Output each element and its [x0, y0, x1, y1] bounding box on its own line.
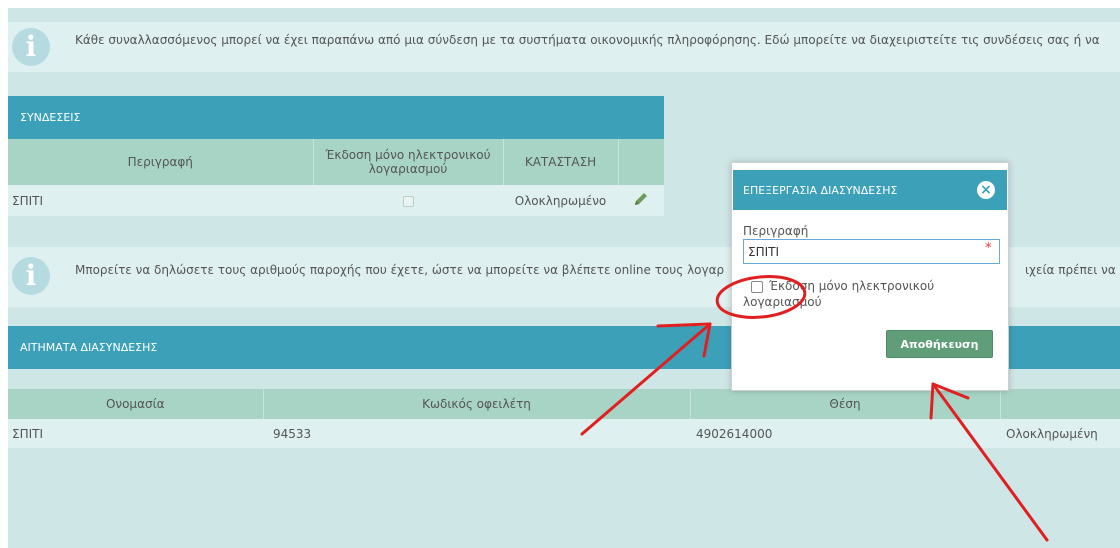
description-label: Περιγραφή	[743, 224, 809, 238]
info-icon: i	[12, 257, 50, 295]
column-header-status: ΚΑΤΑΣΤΑΣΗ	[503, 139, 619, 185]
connections-table-header: Περιγραφή Έκδοση μόνο ηλεκτρονικού λογαρ…	[8, 139, 664, 185]
column-header-status	[1000, 389, 1120, 419]
close-icon[interactable]: ×	[977, 181, 995, 199]
edit-connection-modal: ΕΠΕΞΕΡΓΑΣΙΑ ΔΙΑΣΥΝΔΕΣΗΣ × Περιγραφή * Έκ…	[731, 162, 1009, 391]
page: i Κάθε συναλλασσόμενος μπορεί να έχει πα…	[0, 0, 1120, 548]
info-banner-top: i Κάθε συναλλασσόμενος μπορεί να έχει πα…	[8, 22, 1120, 72]
electronic-only-checkbox[interactable]	[402, 195, 414, 207]
column-header-description: Περιγραφή	[8, 139, 314, 185]
connections-title: ΣΥΝΔΕΣΕΙΣ	[20, 111, 81, 124]
column-header-debtor-code: Κωδικός οφειλέτη	[263, 389, 691, 419]
request-name: ΣΠΙΤΙ	[12, 426, 44, 441]
info-banner-middle-text: Μπορείτε να δηλώσετε τους αριθμούς παροχ…	[75, 263, 725, 277]
table-row: ΣΠΙΤΙ Ολοκληρωμένο	[8, 185, 664, 216]
request-debtor-code: 94533	[273, 426, 312, 441]
table-row: ΣΠΙΤΙ 94533 4902614000 Ολοκληρωμένη	[8, 419, 1120, 448]
electronic-only-label: Έκδοση μόνο ηλεκτρονικού λογαριασμού	[743, 279, 935, 309]
requests-table: Ονομασία Κωδικός οφειλέτη Θέση ΣΠΙΤΙ 945…	[8, 389, 1120, 448]
connections-table: Περιγραφή Έκδοση μόνο ηλεκτρονικού λογαρ…	[8, 139, 664, 216]
connections-panel-header: ΣΥΝΔΕΣΕΙΣ	[8, 96, 664, 139]
request-status: Ολοκληρωμένη	[1006, 426, 1098, 441]
save-button[interactable]: Αποθήκευση	[886, 330, 993, 358]
request-position: 4902614000	[696, 426, 773, 441]
required-marker: *	[985, 241, 992, 256]
connection-description: ΣΠΙΤΙ	[12, 193, 44, 208]
pencil-icon[interactable]	[632, 190, 650, 211]
description-input[interactable]	[743, 239, 1000, 264]
requests-table-header: Ονομασία Κωδικός οφειλέτη Θέση	[8, 389, 1120, 419]
info-icon: i	[12, 28, 50, 66]
modal-header: ΕΠΕΞΕΡΓΑΣΙΑ ΔΙΑΣΥΝΔΕΣΗΣ ×	[733, 170, 1007, 210]
column-header-name: Ονομασία	[8, 389, 264, 419]
column-header-position: Θέση	[690, 389, 1001, 419]
info-banner-middle-text-tail: ιχεία πρέπει να σ	[1025, 263, 1120, 277]
modal-title: ΕΠΕΞΕΡΓΑΣΙΑ ΔΙΑΣΥΝΔΕΣΗΣ	[743, 183, 898, 197]
info-banner-top-text: Κάθε συναλλασσόμενος μπορεί να έχει παρα…	[75, 33, 1100, 47]
connection-status: Ολοκληρωμένο	[514, 193, 607, 208]
requests-title: ΑΙΤΗΜΑΤΑ ΔΙΑΣΥΝΔΕΣΗΣ	[20, 341, 158, 354]
column-header-actions	[618, 139, 664, 185]
column-header-electronic-only: Έκδοση μόνο ηλεκτρονικού λογαριασμού	[313, 139, 504, 185]
